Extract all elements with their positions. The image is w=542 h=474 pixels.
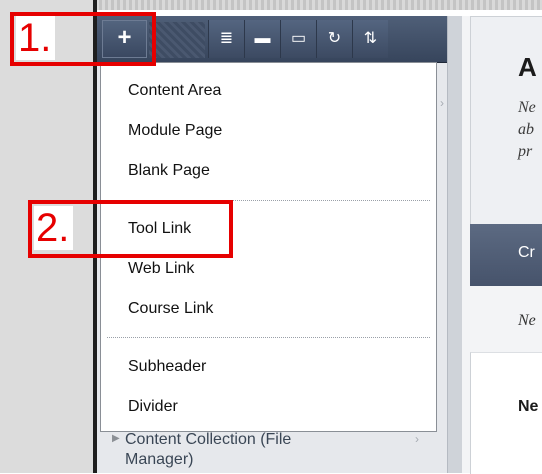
menu-item-content-area[interactable]: Content Area	[128, 82, 221, 100]
menu-item-course-link[interactable]: Course Link	[128, 300, 213, 318]
content-bold-label: Ne	[518, 398, 539, 415]
menu-item-web-link[interactable]: Web Link	[128, 260, 194, 278]
menu-link-content-collection[interactable]: Content Collection (File Manager)	[125, 430, 345, 470]
folder-icon[interactable]: ▬	[244, 20, 280, 58]
content-note: Ne	[518, 312, 536, 329]
step-1-label: 1.	[16, 16, 56, 60]
window-icon[interactable]: ▭	[280, 20, 316, 58]
menu-item-blank-page[interactable]: Blank Page	[128, 162, 210, 180]
sort-icon[interactable]: ⇅	[352, 20, 388, 58]
refresh-icon[interactable]: ↻	[316, 20, 352, 58]
create-label: Cr	[518, 244, 535, 261]
menu-item-subheader[interactable]: Subheader	[128, 358, 206, 376]
chevron-right-icon: ›	[440, 96, 444, 110]
expand-arrow-icon[interactable]: ▶	[112, 433, 120, 444]
chevron-right-icon: ›	[415, 432, 419, 446]
page-description: Ne ab pr	[518, 99, 536, 160]
panel-scrollbar[interactable]	[447, 16, 462, 473]
menu-item-module-page[interactable]: Module Page	[128, 122, 222, 140]
page-title: A	[518, 52, 537, 82]
menu-separator	[107, 337, 430, 338]
toolbar-spacer	[149, 22, 205, 58]
list-icon[interactable]: ≣	[208, 20, 244, 58]
step-2-label: 2.	[34, 206, 74, 250]
menu-item-divider[interactable]: Divider	[128, 398, 178, 416]
